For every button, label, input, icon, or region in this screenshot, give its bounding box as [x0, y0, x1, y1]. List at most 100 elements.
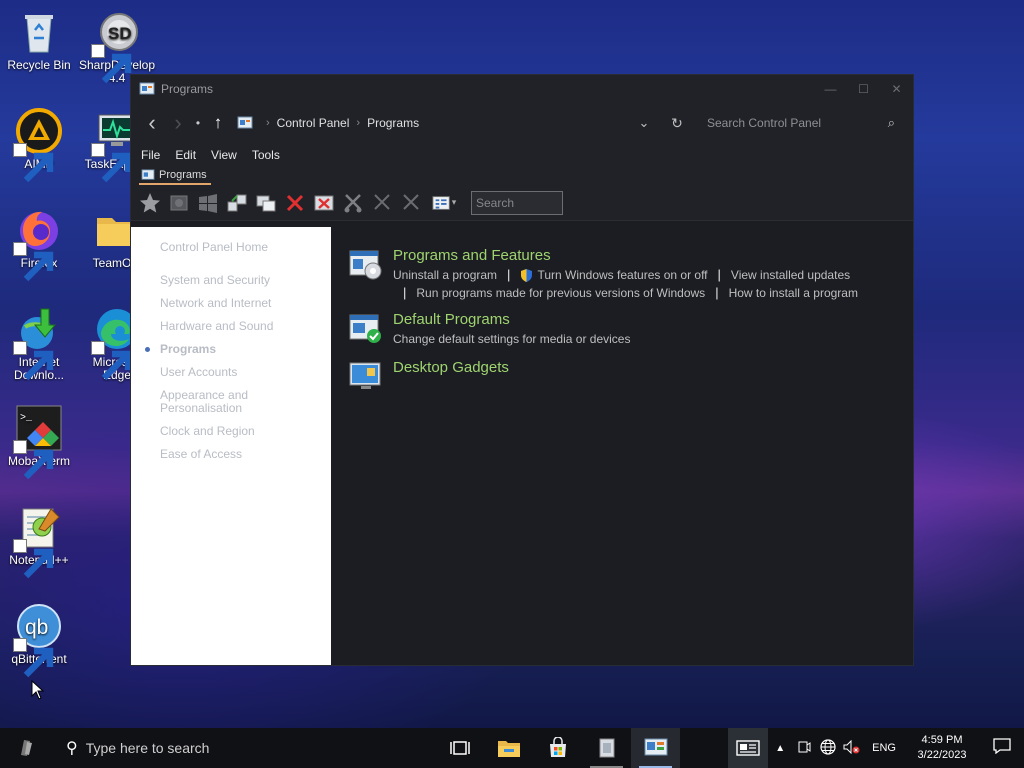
desktop-icon-recycle-bin[interactable]: Recycle Bin [0, 8, 78, 72]
taskbar-microsoft-store[interactable] [533, 728, 582, 768]
nav-appearance-and-personalisation[interactable]: Appearance and Personalisation [131, 389, 251, 415]
menu-tools[interactable]: Tools [252, 148, 280, 162]
device-icon[interactable] [792, 740, 816, 757]
delete-button[interactable] [280, 189, 309, 217]
desktop-gadgets-link[interactable]: Desktop Gadgets [393, 359, 509, 376]
star-icon [139, 192, 160, 212]
toolbar: ▾ Search [131, 185, 913, 221]
shortcut-arrow-icon [91, 341, 132, 381]
taskbar-file-explorer[interactable] [484, 728, 533, 768]
store-icon [549, 737, 566, 757]
svg-text:>_: >_ [20, 413, 33, 424]
category-default-programs: Default Programs Change default settings… [349, 311, 873, 348]
desktop-icon-firefox[interactable]: Firefox [0, 206, 78, 282]
globe-icon [820, 738, 836, 755]
breadcrumb-programs[interactable]: Programs [367, 116, 419, 130]
taskbar-control-panel[interactable] [631, 728, 680, 768]
nav-network-and-internet[interactable]: Network and Internet [131, 297, 331, 310]
taskbar-search-input[interactable]: ⚲ Type here to search [56, 728, 381, 768]
refresh-button[interactable]: ↻ [657, 115, 697, 132]
address-dropdown-button[interactable]: ⌄ [631, 115, 657, 131]
menu-edit[interactable]: Edit [175, 148, 196, 162]
copy-button[interactable] [164, 189, 193, 217]
desktop-icon-qbittorrent[interactable]: qb qBittorrent [0, 602, 78, 678]
clock[interactable]: 4:59 PM 3/22/2023 [904, 733, 980, 763]
recent-locations-icon[interactable]: • [191, 110, 205, 136]
menu-file[interactable]: File [141, 148, 160, 162]
view-installed-updates-link[interactable]: View installed updates [731, 266, 850, 284]
notifications-button[interactable] [980, 737, 1024, 759]
nav-hardware-and-sound[interactable]: Hardware and Sound [131, 320, 331, 333]
tab-programs[interactable]: Programs [139, 169, 211, 185]
nav-control-panel-home[interactable]: Control Panel Home [131, 241, 331, 254]
uac-shield-icon [521, 268, 533, 282]
run-older-programs-link[interactable]: Run programs made for previous versions … [416, 284, 705, 302]
breadcrumb-control-panel[interactable]: Control Panel [277, 116, 350, 130]
notepadpp-icon [13, 503, 63, 579]
remove-button[interactable] [309, 189, 338, 217]
clock-time: 4:59 PM [921, 734, 963, 746]
minimize-button[interactable]: — [814, 75, 847, 103]
control-panel-icon [237, 116, 253, 129]
up-button[interactable]: ↑ [205, 110, 231, 136]
menu-view[interactable]: View [211, 148, 237, 162]
uninstall-program-link[interactable]: Uninstall a program [393, 266, 497, 284]
view-options-button[interactable]: ▾ [425, 189, 463, 217]
change-default-settings-link[interactable]: Change default settings for media or dev… [393, 330, 630, 348]
file-explorer-icon [497, 741, 520, 757]
notification-icon [993, 737, 1011, 754]
nav-programs[interactable]: Programs [131, 343, 331, 356]
toolbar-search-input[interactable]: Search [471, 190, 563, 215]
favorite-star-button[interactable] [135, 189, 164, 217]
window-title: Programs [161, 82, 214, 96]
nav-ease-of-access[interactable]: Ease of Access [131, 448, 331, 461]
show-hidden-icons-button[interactable]: ▲ [768, 743, 792, 754]
move-to-button[interactable] [222, 189, 251, 217]
news-icon [736, 740, 760, 756]
taskbar-search-placeholder: Type here to search [85, 740, 210, 756]
network-globe-icon[interactable] [816, 738, 840, 758]
desktop-icon-aimp[interactable]: AIMP [0, 107, 78, 183]
input-language-indicator[interactable]: ENG [872, 742, 896, 754]
shortcut-arrow-icon [91, 44, 132, 84]
default-programs-link[interactable]: Default Programs [393, 311, 873, 328]
search-control-panel-input[interactable]: Search Control Panel ⌕ [697, 109, 905, 137]
content-area: Control Panel Home System and Security N… [131, 227, 913, 665]
idm-icon [13, 305, 63, 381]
how-to-install-link[interactable]: How to install a program [729, 284, 858, 302]
windows-button[interactable] [193, 189, 222, 217]
programs-and-features-link[interactable]: Programs and Features [393, 247, 873, 264]
desktop-icon-mobaxterm[interactable]: >_ MobaXterm [0, 404, 78, 480]
close-button[interactable]: ✕ [880, 75, 913, 103]
news-widget-button[interactable] [728, 728, 769, 768]
volume-muted-icon[interactable] [840, 739, 864, 757]
breadcrumb-separator: › [266, 117, 270, 129]
copy-to-button[interactable] [251, 189, 280, 217]
back-button[interactable]: ‹ [139, 110, 165, 136]
cut-button[interactable] [338, 189, 367, 217]
link-divider: | [403, 285, 407, 300]
desktop-icon-internet-download-manager[interactable]: Internet Downlo... [0, 305, 78, 382]
search-icon: ⚲ [66, 740, 78, 757]
windows-logo-icon [198, 193, 217, 213]
nav-user-accounts[interactable]: User Accounts [131, 366, 331, 379]
task-view-button[interactable] [435, 728, 484, 768]
cut-alt2-button[interactable] [396, 189, 425, 217]
windows-features-link[interactable]: Turn Windows features on or off [520, 266, 708, 284]
nav-clock-and-region[interactable]: Clock and Region [131, 425, 331, 438]
breadcrumb: › Control Panel › Programs [237, 115, 419, 131]
view-grid-icon [432, 195, 450, 210]
firefox-icon [13, 206, 63, 282]
forward-button[interactable]: › [165, 110, 191, 136]
desktop-icon-notepadpp[interactable]: Notepad++ [0, 503, 78, 579]
programs-features-icon [349, 250, 382, 280]
taskbar-app-installer[interactable] [582, 728, 631, 768]
category-programs-and-features: Programs and Features Uninstall a progra… [349, 247, 873, 302]
scissors-icon [402, 193, 419, 210]
nav-system-and-security[interactable]: System and Security [131, 274, 331, 287]
search-icon[interactable]: ⌕ [888, 115, 895, 131]
start-button[interactable] [0, 728, 56, 768]
cut-alt-button[interactable] [367, 189, 396, 217]
title-bar[interactable]: Programs — ☐ ✕ [131, 75, 913, 103]
maximize-button[interactable]: ☐ [847, 75, 880, 103]
